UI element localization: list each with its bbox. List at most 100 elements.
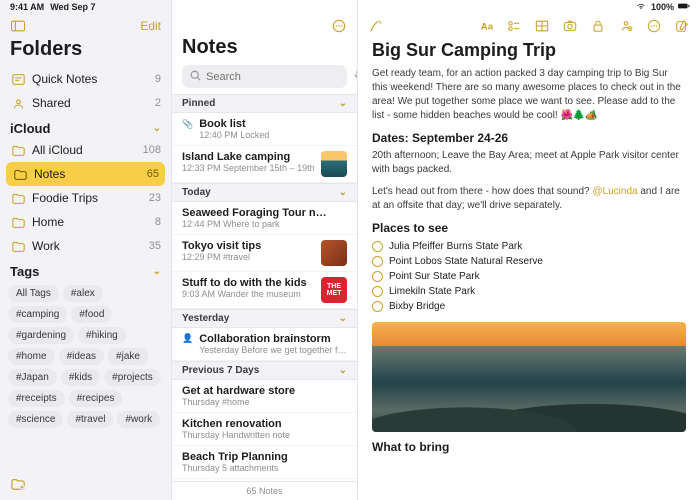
note-item[interactable]: 👤Collaboration brainstormYesterday Befor… (172, 328, 357, 361)
note-item[interactable]: Seaweed Foraging Tour n…12:44 PM Where t… (172, 202, 357, 235)
folder-label: Notes (34, 167, 65, 181)
note-item[interactable]: Beach Trip PlanningThursday 5 attachment… (172, 446, 357, 479)
tag-pill[interactable]: #travel (67, 411, 113, 428)
folder-label: All iCloud (32, 143, 83, 157)
mention-link[interactable]: @Lucinda (592, 186, 637, 197)
checkbox-icon[interactable] (372, 241, 383, 252)
notes-group-header[interactable]: Pinned⌄ (172, 94, 357, 113)
note-paragraph[interactable]: Let's head out from there - how does tha… (372, 185, 686, 213)
note-image[interactable] (372, 322, 686, 432)
checkbox-icon[interactable] (372, 271, 383, 282)
note-item[interactable]: 📎Book list12:40 PM Locked (172, 113, 357, 146)
icloud-section[interactable]: iCloud (10, 121, 50, 136)
tag-pill[interactable]: #recipes (69, 390, 123, 407)
note-title[interactable]: Big Sur Camping Trip (372, 40, 686, 61)
checklist-item[interactable]: Point Sur State Park (372, 269, 686, 284)
note-item[interactable]: Island Lake camping12:33 PM September 15… (172, 146, 357, 183)
edit-button[interactable]: Edit (140, 19, 161, 33)
notes-group-header[interactable]: Previous 7 Days⌄ (172, 361, 357, 380)
quick-notes-folder[interactable]: Quick Notes 9 (0, 67, 171, 91)
table-icon[interactable] (534, 18, 550, 34)
format-icon[interactable]: Aa (478, 18, 494, 34)
chevron-down-icon: ⌄ (339, 313, 347, 324)
search-field[interactable] (182, 65, 347, 88)
folder-icon (10, 214, 26, 230)
lock-icon[interactable] (590, 18, 606, 34)
checklist-label: Point Lobos State Natural Reserve (389, 256, 543, 267)
tag-pill[interactable]: #work (117, 411, 160, 428)
new-folder-icon[interactable] (10, 476, 26, 492)
compose-icon[interactable] (674, 18, 690, 34)
note-item[interactable]: Get at hardware storeThursday #home (172, 380, 357, 413)
tag-pill[interactable]: #hiking (78, 327, 126, 344)
notes-group-header[interactable]: Yesterday⌄ (172, 309, 357, 328)
folder-item[interactable]: Notes65 (6, 162, 165, 186)
checklist-item[interactable]: Limekiln State Park (372, 284, 686, 299)
checklist-label: Limekiln State Park (389, 286, 475, 297)
svg-text:Aa: Aa (481, 22, 493, 33)
shared-folder[interactable]: Shared 2 (0, 91, 171, 115)
tag-pill[interactable]: All Tags (8, 285, 59, 302)
checkbox-icon[interactable] (372, 256, 383, 267)
folder-item[interactable]: Foodie Trips23 (0, 186, 171, 210)
notes-group-header[interactable]: Today⌄ (172, 183, 357, 202)
ellipsis-icon[interactable] (646, 18, 662, 34)
tag-pill[interactable]: #home (8, 348, 55, 365)
note-paragraph[interactable]: Get ready team, for an action packed 3 d… (372, 67, 686, 123)
note-item-subtitle: Thursday #home (182, 397, 347, 407)
checkbox-icon[interactable] (372, 301, 383, 312)
notes-count-footer: 65 Notes (172, 481, 357, 500)
checkbox-icon[interactable] (372, 286, 383, 297)
battery-icon (678, 2, 690, 12)
checklist-item[interactable]: Point Lobos State Natural Reserve (372, 254, 686, 269)
tag-pill[interactable]: #science (8, 411, 63, 428)
checklist-item[interactable]: Julia Pfeiffer Burns State Park (372, 239, 686, 254)
search-input[interactable] (206, 71, 348, 83)
note-item[interactable]: Stuff to do with the kids9:03 AM Wander … (172, 272, 357, 309)
folder-item[interactable]: All iCloud108 (0, 138, 171, 162)
battery-text: 100% (651, 2, 674, 12)
tag-pill[interactable]: #projects (104, 369, 161, 386)
chevron-down-icon[interactable]: ⌄ (153, 266, 161, 277)
folder-item[interactable]: Home8 (0, 210, 171, 234)
note-item[interactable]: Kitchen renovationThursday Handwritten n… (172, 413, 357, 446)
bring-heading[interactable]: What to bring (372, 440, 686, 454)
search-icon (190, 70, 201, 84)
note-item-title: Beach Trip Planning (182, 451, 347, 463)
tag-pill[interactable]: #kids (61, 369, 100, 386)
tag-pill[interactable]: #gardening (8, 327, 74, 344)
note-thumbnail: THEMET (321, 277, 347, 303)
checklist-item[interactable]: Bixby Bridge (372, 299, 686, 314)
sidebar-toggle-icon[interactable] (10, 18, 26, 34)
checklist-label: Bixby Bridge (389, 301, 445, 312)
camera-icon[interactable] (562, 18, 578, 34)
more-icon[interactable] (331, 18, 347, 34)
tag-pill[interactable]: #alex (63, 285, 103, 302)
folder-item[interactable]: Work 35 (0, 234, 171, 258)
checklist-label: Point Sur State Park (389, 271, 480, 282)
folder-label: Work (32, 239, 60, 253)
share-icon[interactable] (618, 18, 634, 34)
folder-label: Shared (32, 96, 71, 110)
folder-count: 2 (155, 97, 161, 109)
tag-pill[interactable]: #jake (108, 348, 148, 365)
tag-pill[interactable]: #Japan (8, 369, 57, 386)
tag-pill[interactable]: #ideas (59, 348, 104, 365)
dates-heading[interactable]: Dates: September 24-26 (372, 131, 686, 145)
checklist-icon[interactable] (506, 18, 522, 34)
note-item[interactable]: Tokyo visit tips12:29 PM #travel (172, 235, 357, 272)
chevron-down-icon[interactable]: ⌄ (153, 123, 161, 134)
note-item-title: Tokyo visit tips (182, 240, 315, 252)
folder-count: 35 (149, 240, 161, 252)
note-item-subtitle: Yesterday Before we get together for our… (199, 345, 347, 355)
places-heading[interactable]: Places to see (372, 221, 686, 235)
tag-pill[interactable]: #food (71, 306, 112, 323)
note-thumbnail (321, 151, 347, 177)
note-paragraph[interactable]: 20th afternoon; Leave the Bay Area; meet… (372, 149, 686, 177)
text: Let's head out from there - how does tha… (372, 186, 592, 197)
tags-section[interactable]: Tags (10, 264, 39, 279)
folder-label: Quick Notes (32, 72, 97, 86)
tag-pill[interactable]: #receipts (8, 390, 65, 407)
handwriting-icon[interactable] (368, 18, 384, 34)
tag-pill[interactable]: #camping (8, 306, 67, 323)
